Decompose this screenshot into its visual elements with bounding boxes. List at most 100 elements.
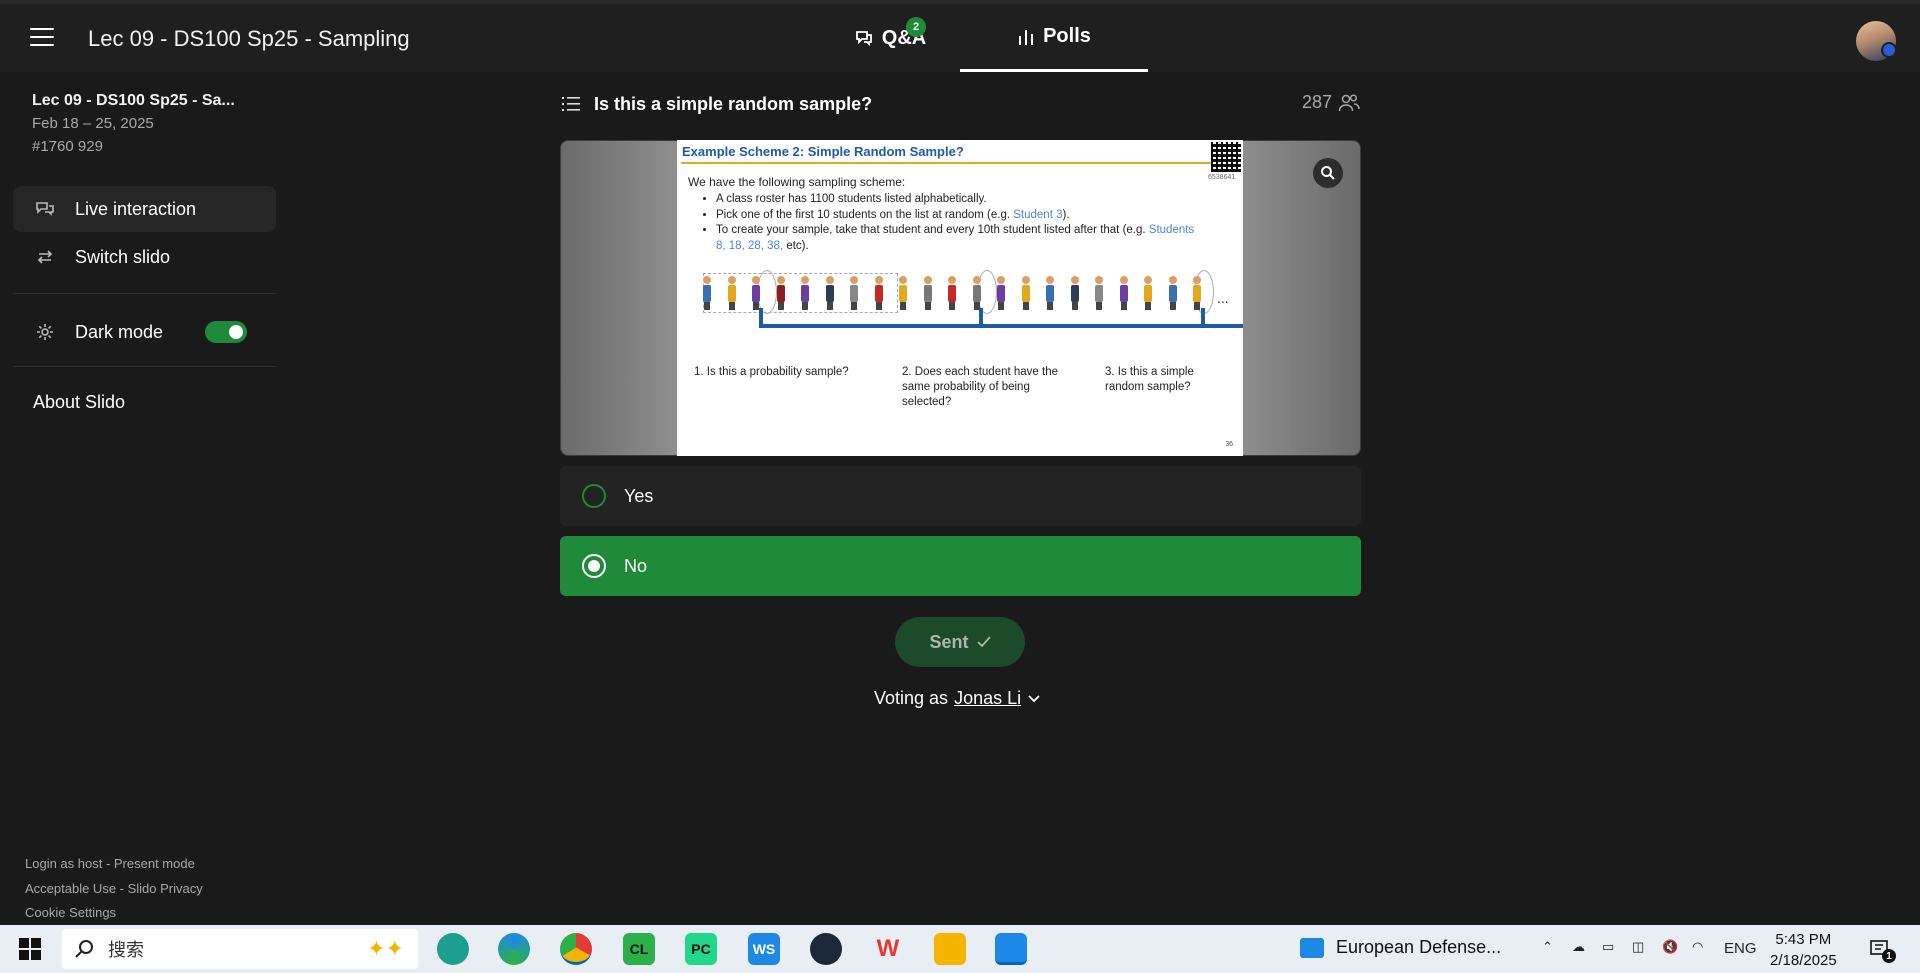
- people-icon: [1338, 93, 1360, 111]
- student-figure: [923, 276, 933, 312]
- language-indicator[interactable]: ENG: [1724, 940, 1757, 957]
- student-figure: [1143, 276, 1153, 312]
- slide-bullet: To create your sample, take that student…: [716, 223, 1196, 254]
- slide-question-1: 1. Is this a probability sample?: [694, 366, 849, 378]
- checkmark-icon: [976, 636, 991, 648]
- slide-qr-number: 6538641: [1208, 174, 1236, 181]
- list-icon: [562, 97, 580, 111]
- news-text: European Defense...: [1336, 937, 1502, 957]
- windows-start-icon[interactable]: [14, 933, 46, 965]
- poll-question-header: Is this a simple random sample? 287: [560, 86, 1360, 120]
- sparkle-icon: ✦✦: [367, 936, 404, 961]
- news-icon: [1300, 937, 1324, 958]
- main-area: Lec 09 - DS100 Sp25 - Sa... Feb 18 – 25,…: [0, 72, 1920, 925]
- edge-browser-icon[interactable]: [498, 933, 530, 965]
- student-figure: [1094, 276, 1104, 312]
- qr-code-icon: [1211, 142, 1241, 172]
- sidebar-item-label: Switch slido: [75, 246, 171, 267]
- participant-count: 287: [1302, 92, 1360, 113]
- hamburger-menu-icon[interactable]: [30, 28, 54, 48]
- poll-option-no[interactable]: No: [560, 536, 1361, 596]
- slide-intro: We have the following sampling scheme:: [688, 175, 906, 189]
- vscode-app-icon[interactable]: [995, 933, 1027, 965]
- student-figure: [972, 276, 982, 312]
- student-figure: [1045, 276, 1055, 312]
- steam-app-icon[interactable]: [810, 933, 842, 965]
- taskbar-search-input[interactable]: 搜索 ✦✦: [62, 929, 418, 969]
- chevron-up-icon[interactable]: ⌃: [1542, 939, 1553, 955]
- participant-count-value: 287: [1301, 92, 1332, 112]
- sidebar: Lec 09 - DS100 Sp25 - Sa... Feb 18 – 25,…: [0, 72, 290, 925]
- file-explorer-icon[interactable]: [934, 933, 966, 965]
- about-slido-link[interactable]: About Slido: [33, 392, 125, 413]
- user-avatar[interactable]: [1856, 21, 1897, 61]
- student-figure: [825, 276, 835, 312]
- student-figure: [751, 276, 761, 312]
- sidebar-item-live-interaction[interactable]: Live interaction: [13, 186, 276, 232]
- student-figure: [874, 276, 884, 312]
- chevron-down-icon[interactable]: [1027, 694, 1041, 704]
- taskbar-clock[interactable]: 5:43 PM 2/18/2025: [1770, 929, 1837, 971]
- student-figure: [1192, 276, 1202, 312]
- sidebar-item-label: Live interaction: [75, 198, 197, 219]
- news-widget[interactable]: European Defense...: [1300, 937, 1501, 958]
- poll-option-yes[interactable]: Yes: [560, 466, 1361, 526]
- poll-option-label: Yes: [624, 485, 654, 506]
- footer-link-login-host[interactable]: Login as host - Present mode: [25, 856, 195, 871]
- student-figure: [898, 276, 908, 312]
- event-title: Lec 09 - DS100 Sp25 - Sampling: [88, 26, 410, 51]
- student-figure: [776, 276, 786, 312]
- slide-bullets: A class roster has 1100 students listed …: [696, 192, 1196, 254]
- sidebar-event-code: #1760 929: [32, 138, 103, 155]
- slide-image: Example Scheme 2: Simple Random Sample? …: [677, 140, 1243, 456]
- student-figure: [1168, 276, 1178, 312]
- clock-time: 5:43 PM: [1775, 931, 1832, 948]
- sent-button[interactable]: Sent: [895, 617, 1025, 667]
- chrome-browser-icon[interactable]: [560, 933, 592, 965]
- qa-count-badge: 2: [906, 17, 926, 37]
- clion-app-icon[interactable]: CL: [623, 933, 655, 965]
- bar-chart-icon: [1019, 29, 1034, 45]
- voting-as: Voting as Jonas Li: [874, 688, 1041, 709]
- slide-page-number: 36: [1225, 441, 1233, 448]
- pycharm-app-icon[interactable]: PC: [685, 933, 717, 965]
- notification-icon[interactable]: 1: [1864, 933, 1896, 965]
- dark-mode-toggle[interactable]: [205, 321, 247, 343]
- sidebar-divider: [13, 293, 276, 294]
- wps-app-icon[interactable]: W: [872, 933, 904, 965]
- brain-app-icon[interactable]: [437, 933, 469, 965]
- header-bar: Lec 09 - DS100 Sp25 - Sampling Q&A 2 Pol…: [0, 4, 1920, 72]
- zoom-icon[interactable]: [1313, 158, 1343, 188]
- sidebar-item-label: Dark mode: [75, 321, 164, 342]
- student-figure: [947, 276, 957, 312]
- student-figure: [1119, 276, 1129, 312]
- slide-question-3: 3. Is this a simple random sample?: [1105, 366, 1194, 393]
- slide-question-2: 2. Does each student have the same proba…: [902, 366, 1058, 408]
- footer-link-acceptable-use[interactable]: Acceptable Use - Slido Privacy: [25, 881, 203, 896]
- gear-icon: [33, 320, 57, 344]
- tab-polls[interactable]: Polls: [960, 4, 1148, 72]
- sent-button-label: Sent: [929, 631, 969, 652]
- cloud-icon[interactable]: ☁: [1572, 939, 1585, 955]
- switch-arrows-icon: [33, 245, 57, 269]
- footer-link-cookie-settings[interactable]: Cookie Settings: [25, 905, 116, 920]
- wifi-icon[interactable]: ◠: [1692, 939, 1703, 955]
- student-figure: [996, 276, 1006, 312]
- sidebar-item-switch-slido[interactable]: Switch slido: [13, 234, 276, 280]
- battery-icon[interactable]: ▭: [1602, 939, 1614, 955]
- camera-icon[interactable]: ◫: [1632, 939, 1644, 955]
- clock-date: 2/18/2025: [1770, 952, 1837, 969]
- tab-qa[interactable]: Q&A: [820, 4, 960, 72]
- radio-selected-icon[interactable]: [582, 554, 606, 578]
- webstorm-app-icon[interactable]: WS: [748, 933, 780, 965]
- student-figure: [849, 276, 859, 312]
- slide-title-rule: [681, 162, 1211, 164]
- windows-taskbar: 搜索 ✦✦ CL PC WS W European Defense... ⌃ ☁…: [0, 925, 1920, 973]
- student-figure: [1070, 276, 1080, 312]
- speaker-muted-icon[interactable]: 🔇: [1662, 939, 1678, 955]
- radio-unselected-icon[interactable]: [582, 484, 606, 508]
- poll-option-label: No: [624, 555, 648, 576]
- voter-name-link[interactable]: Jonas Li: [954, 688, 1021, 709]
- poll-question-title: Is this a simple random sample?: [594, 94, 873, 114]
- student-figure: [800, 276, 810, 312]
